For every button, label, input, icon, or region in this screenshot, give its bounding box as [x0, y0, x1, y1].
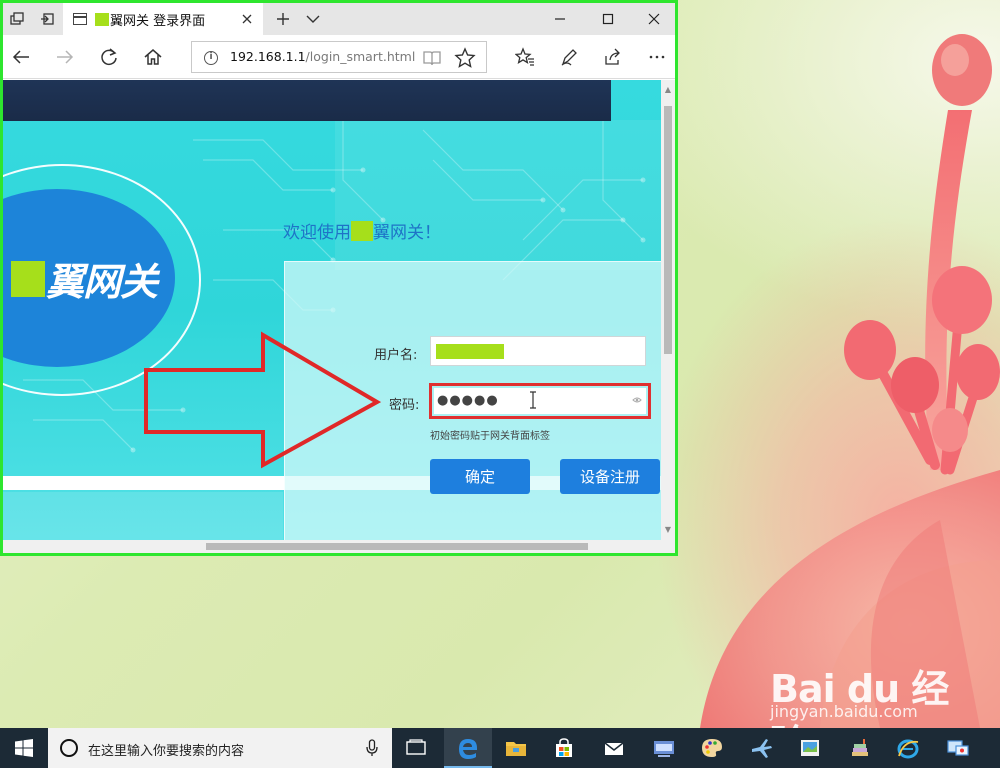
redaction-block: [351, 220, 373, 241]
tab-strip: 翼网关 登录界面: [3, 3, 675, 35]
baidu-jingyan-watermark: Bai du 经验 jingyan.baidu.com: [740, 658, 980, 766]
refresh-icon[interactable]: [93, 41, 125, 73]
confirm-button[interactable]: 确定: [430, 459, 530, 494]
tab-title: 翼网关 登录界面: [95, 10, 205, 29]
taskbar: 在这里输入你要搜索的内容: [0, 728, 1000, 768]
eye-icon[interactable]: [632, 396, 642, 404]
close-tab-icon[interactable]: [239, 11, 255, 27]
tabs-aside-icon[interactable]: [3, 3, 31, 35]
web-note-icon[interactable]: [553, 41, 585, 73]
reading-view-icon[interactable]: [422, 48, 442, 68]
navigation-bar: i 192.168.1.1/login_smart.html: [3, 35, 675, 79]
vertical-scroll-thumb[interactable]: [664, 106, 672, 354]
tab-login-page[interactable]: 翼网关 登录界面: [63, 3, 263, 35]
horizontal-scrollbar[interactable]: [3, 540, 675, 553]
favorite-star-icon[interactable]: [454, 47, 476, 69]
forward-icon[interactable]: [49, 41, 81, 73]
edge-icon[interactable]: [444, 728, 492, 768]
redaction-block: [436, 344, 504, 359]
horizontal-scroll-thumb[interactable]: [206, 543, 588, 550]
mail-icon[interactable]: [590, 728, 638, 768]
chevron-down-icon[interactable]: [301, 3, 325, 35]
username-input[interactable]: [430, 336, 646, 366]
redaction-block: [11, 260, 45, 297]
home-icon[interactable]: [137, 41, 169, 73]
red-arrow-annotation: [144, 331, 381, 469]
paint-icon[interactable]: [688, 728, 736, 768]
remote-desktop-icon[interactable]: [934, 728, 982, 768]
password-mask: ●●●●●: [437, 393, 499, 408]
ie-icon[interactable]: [884, 728, 932, 768]
taskbar-search-box[interactable]: 在这里输入你要搜索的内容: [48, 728, 392, 768]
scroll-up-icon[interactable]: ▲: [664, 86, 672, 94]
windows-start-icon[interactable]: [0, 728, 48, 768]
password-label: 密码:: [389, 398, 420, 413]
favorites-hub-icon[interactable]: [509, 41, 541, 73]
info-icon[interactable]: i: [204, 51, 218, 65]
password-highlight-box: ●●●●●: [429, 383, 651, 419]
store-icon[interactable]: [540, 728, 588, 768]
share-icon[interactable]: [597, 41, 629, 73]
url-text: 192.168.1.1/login_smart.html: [230, 49, 416, 64]
minimize-icon[interactable]: [537, 3, 583, 35]
welcome-heading: 欢迎使用 翼网关！: [283, 218, 441, 243]
page-icon: [73, 13, 87, 25]
redaction-block: [95, 12, 109, 26]
logo-text: 翼网关: [11, 251, 158, 306]
password-input[interactable]: ●●●●●: [434, 388, 646, 414]
airplane-app-icon[interactable]: [738, 728, 786, 768]
watermark-url: jingyan.baidu.com: [770, 702, 918, 721]
cortana-icon[interactable]: [60, 739, 78, 757]
books-icon[interactable]: [836, 728, 884, 768]
more-icon[interactable]: [641, 41, 673, 73]
microphone-icon[interactable]: [366, 739, 378, 757]
file-explorer-icon[interactable]: [492, 728, 540, 768]
scroll-down-icon[interactable]: ▼: [664, 526, 672, 534]
search-placeholder: 在这里输入你要搜索的内容: [88, 744, 245, 759]
address-bar[interactable]: i 192.168.1.1/login_smart.html: [191, 41, 487, 73]
device-register-button[interactable]: 设备注册: [560, 459, 660, 494]
new-tab-icon[interactable]: [271, 3, 295, 35]
header-band: [3, 80, 611, 121]
picture-viewer-icon[interactable]: [786, 728, 834, 768]
vertical-scrollbar[interactable]: ▲ ▼: [661, 80, 675, 540]
keyboard-app-icon[interactable]: [640, 728, 688, 768]
task-view-icon[interactable]: [392, 728, 440, 768]
set-aside-icon[interactable]: [33, 3, 61, 35]
close-window-icon[interactable]: [631, 3, 675, 35]
text-cursor-icon: [530, 391, 536, 409]
password-hint: 初始密码贴于网关背面标签: [430, 431, 550, 442]
maximize-icon[interactable]: [585, 3, 631, 35]
web-content: 翼网关 欢迎使用 翼网关！ 用户名: 密码: ●●●●● 初始密码贴于网关背面标…: [3, 80, 661, 540]
back-icon[interactable]: [5, 41, 37, 73]
browser-window: 翼网关 登录界面 i 192.168.1.1/login_smart.html …: [0, 0, 678, 556]
